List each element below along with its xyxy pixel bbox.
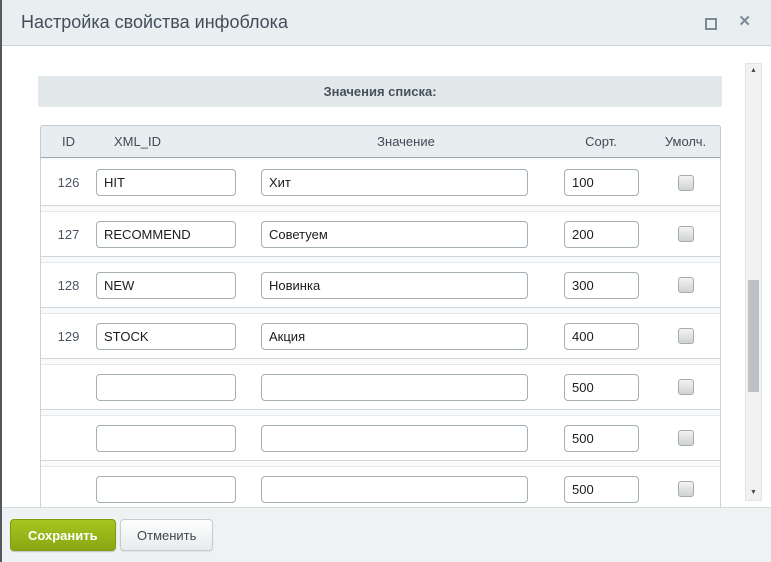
list-values-body: 126 127 128	[40, 158, 721, 507]
dialog-titlebar: Настройка свойства инфоблока ✕	[0, 0, 771, 46]
maximize-icon[interactable]	[705, 18, 717, 30]
table-row: 126	[41, 160, 720, 206]
cancel-button[interactable]: Отменить	[120, 519, 213, 551]
close-icon[interactable]: ✕	[738, 13, 751, 31]
value-input[interactable]	[261, 476, 528, 503]
default-checkbox[interactable]	[678, 175, 694, 191]
column-header-sort: Сорт.	[551, 134, 651, 149]
table-row	[41, 466, 720, 507]
row-id: 128	[41, 278, 96, 293]
list-values-section-header: Значения списка:	[38, 76, 722, 107]
sort-input[interactable]	[564, 374, 639, 401]
xml-id-input[interactable]	[96, 221, 236, 248]
table-header-row: ID XML_ID Значение Сорт. Умолч.	[40, 125, 721, 158]
xml-id-input[interactable]	[96, 272, 236, 299]
table-row: 127	[41, 211, 720, 257]
sort-input[interactable]	[564, 323, 639, 350]
xml-id-input[interactable]	[96, 323, 236, 350]
scrollbar[interactable]: ▲ ▼	[745, 63, 762, 501]
dialog-footer: Сохранить Отменить	[0, 507, 771, 562]
sort-input[interactable]	[564, 169, 639, 196]
xml-id-input[interactable]	[96, 425, 236, 452]
table-row	[41, 364, 720, 410]
default-checkbox[interactable]	[678, 328, 694, 344]
scroll-down-icon[interactable]: ▼	[746, 486, 761, 500]
value-input[interactable]	[261, 272, 528, 299]
save-button[interactable]: Сохранить	[10, 519, 116, 551]
list-values-table: ID XML_ID Значение Сорт. Умолч. 126 127	[40, 125, 721, 507]
value-input[interactable]	[261, 425, 528, 452]
default-checkbox[interactable]	[678, 277, 694, 293]
dialog-left-edge	[0, 0, 2, 562]
row-id: 127	[41, 227, 96, 242]
table-row: 128	[41, 262, 720, 308]
sort-input[interactable]	[564, 272, 639, 299]
default-checkbox[interactable]	[678, 379, 694, 395]
dialog-title: Настройка свойства инфоблока	[21, 12, 288, 33]
default-checkbox[interactable]	[678, 481, 694, 497]
infoblock-property-settings-dialog: Настройка свойства инфоблока ✕ Значения …	[0, 0, 771, 562]
default-checkbox[interactable]	[678, 430, 694, 446]
table-row	[41, 415, 720, 461]
value-input[interactable]	[261, 221, 528, 248]
table-row: 129	[41, 313, 720, 359]
xml-id-input[interactable]	[96, 476, 236, 503]
default-checkbox[interactable]	[678, 226, 694, 242]
column-header-value: Значение	[261, 134, 551, 149]
column-header-xml-id: XML_ID	[96, 134, 261, 149]
row-id: 129	[41, 329, 96, 344]
sort-input[interactable]	[564, 425, 639, 452]
sort-input[interactable]	[564, 476, 639, 503]
column-header-id: ID	[41, 134, 96, 149]
xml-id-input[interactable]	[96, 169, 236, 196]
dialog-content: Значения списка: ID XML_ID Значение Сорт…	[0, 46, 771, 507]
column-header-default: Умолч.	[651, 134, 720, 149]
sort-input[interactable]	[564, 221, 639, 248]
value-input[interactable]	[261, 323, 528, 350]
scroll-up-icon[interactable]: ▲	[746, 64, 761, 78]
value-input[interactable]	[261, 374, 528, 401]
scrollbar-thumb[interactable]	[748, 280, 759, 392]
xml-id-input[interactable]	[96, 374, 236, 401]
value-input[interactable]	[261, 169, 528, 196]
row-id: 126	[41, 175, 96, 190]
